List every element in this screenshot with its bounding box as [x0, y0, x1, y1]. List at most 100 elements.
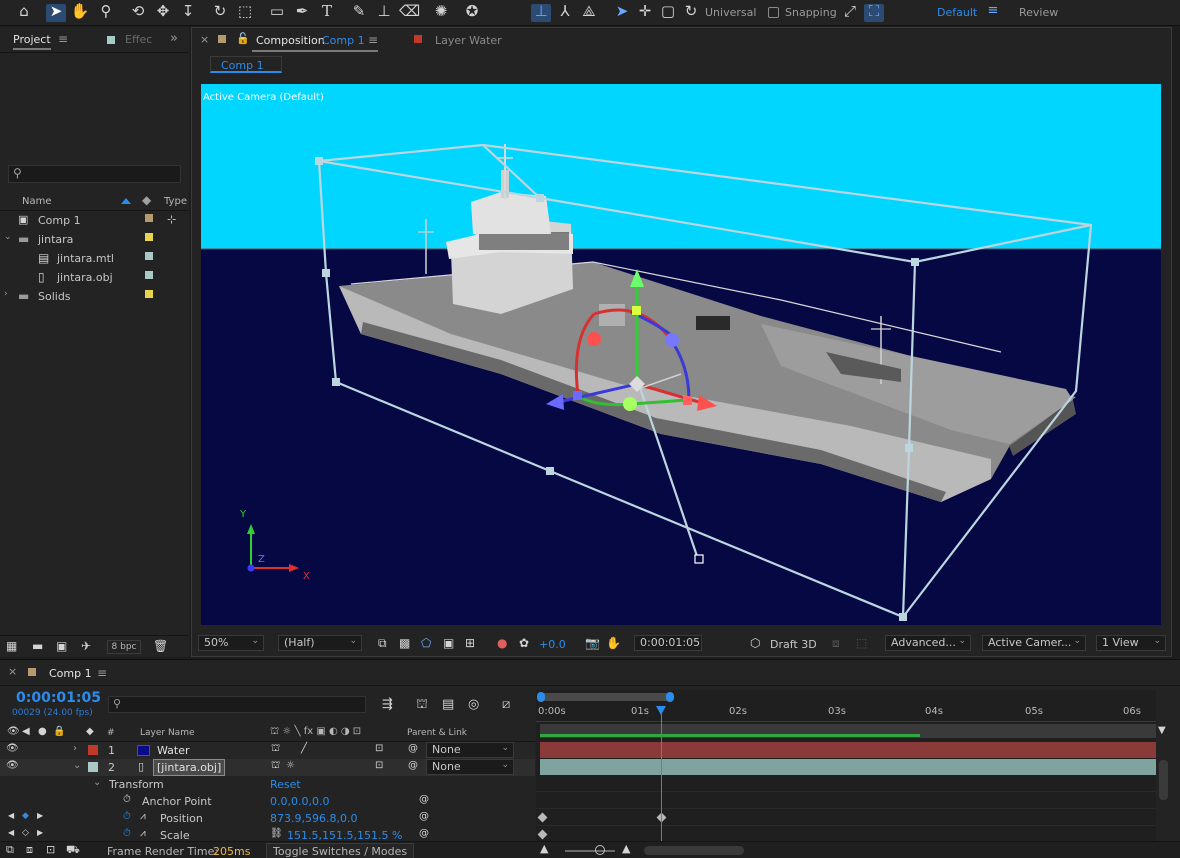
snap-target-icon[interactable]: ⛶ — [864, 4, 884, 22]
workspace-review[interactable]: Review — [1019, 6, 1058, 19]
time-zoom-slider[interactable] — [565, 850, 615, 852]
3d-ground-plane-icon[interactable]: ⧈ — [832, 637, 840, 649]
graph-editor-icon[interactable]: ⧄ — [502, 698, 510, 711]
timeline-vscroll[interactable] — [1159, 760, 1168, 800]
pan-tool-icon[interactable]: ✥ — [153, 4, 173, 22]
property-value[interactable]: 873.9,596.8,0.0 — [270, 812, 357, 825]
extended-viewer-icon[interactable]: ⬚ — [856, 637, 867, 649]
layer-switches-toggle-icon[interactable]: ⧉ — [6, 844, 14, 855]
exposure-reset-icon[interactable]: ✿ — [519, 637, 529, 649]
graph-icon[interactable]: ⩘ — [140, 812, 146, 822]
expression-icon[interactable]: @ — [419, 812, 429, 822]
snapshot-icon[interactable]: 📷 — [585, 637, 600, 649]
layer-bar-jintara[interactable] — [540, 759, 1156, 775]
tab-effects[interactable]: Effec — [125, 33, 152, 46]
keyframe-icon[interactable] — [537, 812, 548, 823]
work-area-bar[interactable] — [537, 692, 674, 702]
home-icon[interactable]: ⌂ — [14, 4, 34, 22]
brush-tool-icon[interactable]: ✎ — [349, 4, 369, 22]
add-keyframe-icon[interactable]: ◆ — [22, 812, 29, 821]
layer-label-color[interactable] — [88, 762, 98, 772]
orbit-tool-icon[interactable]: ⟲ — [128, 4, 148, 22]
add-keyframe-icon[interactable]: ◇ — [22, 829, 29, 838]
new-comp-icon[interactable]: ▣ — [56, 640, 67, 652]
exposure-value[interactable]: +0.0 — [539, 638, 566, 651]
project-search-input[interactable]: ⚲ — [8, 165, 181, 183]
project-item-obj[interactable]: ▯ jintara.obj — [0, 268, 189, 287]
puppet-tool-icon[interactable]: ✪ — [462, 4, 482, 22]
shy-switch-icon[interactable]: ⛫ — [271, 761, 280, 771]
eye-icon[interactable]: 👁 — [6, 761, 19, 771]
prev-keyframe-icon[interactable]: ◀ — [8, 812, 14, 820]
snapping-checkbox[interactable] — [768, 7, 779, 18]
parent-pickwhip-icon[interactable]: @ — [408, 761, 418, 771]
roto-brush-icon[interactable]: ✺ — [431, 4, 451, 22]
resolution-dropdown[interactable]: (Half) ⌄ — [278, 635, 362, 651]
comp-mini-flowchart-icon[interactable]: ⇶ — [382, 698, 393, 711]
draft-3d-label[interactable]: Draft 3D — [770, 638, 817, 651]
parent-column[interactable]: Parent & Link — [407, 728, 467, 738]
col-type-label[interactable]: Type — [164, 196, 187, 207]
playhead[interactable] — [656, 706, 666, 841]
fast-previews-icon[interactable]: ⧉ — [378, 637, 387, 649]
layer-name[interactable]: Water — [157, 744, 190, 757]
col-name-label[interactable]: Name — [22, 196, 52, 207]
zoom-tool-icon[interactable]: ⚲ — [96, 4, 116, 22]
tab-composition-prefix[interactable]: Composition — [256, 34, 325, 47]
next-keyframe-icon[interactable]: ▶ — [37, 829, 43, 837]
close-tab-icon[interactable]: × — [8, 666, 17, 677]
timecode-field[interactable]: 0:00:01:05 — [634, 635, 702, 651]
channel-icon[interactable]: ● — [497, 637, 507, 649]
workspace-menu-icon[interactable]: ≡ — [983, 4, 1003, 22]
playhead-handle[interactable] — [656, 706, 666, 715]
selection-tool-icon[interactable]: ➤ — [46, 4, 66, 22]
scene-canvas[interactable] — [201, 84, 1161, 625]
trash-icon[interactable]: 🗑 — [153, 640, 168, 652]
layer-name-column[interactable]: Layer Name — [140, 728, 195, 738]
world-axis-icon[interactable]: ⅄ — [555, 4, 575, 22]
type-tool-icon[interactable]: T — [317, 4, 337, 22]
stopwatch-icon[interactable]: ⏱ — [123, 812, 131, 822]
local-axis-icon[interactable]: ⊥ — [531, 4, 551, 22]
tab-project[interactable]: Project — [13, 33, 51, 50]
chevron-right-icon[interactable]: › — [73, 744, 77, 754]
view-axis-icon[interactable]: ⟁ — [579, 4, 599, 22]
property-row-scale[interactable]: ◀ ◇ ▶ ⏱ ⩘ Scale ⛓ 151.5,151.5,151.5 % @ — [0, 827, 535, 842]
transfer-controls-icon[interactable]: ⧈ — [26, 844, 33, 855]
rotate-tool-icon[interactable]: ↻ — [210, 4, 230, 22]
comp-viewer[interactable]: Active Camera (Default) Y Z X — [201, 84, 1161, 625]
timeline-hscroll[interactable] — [644, 846, 744, 855]
clone-stamp-icon[interactable]: ⊥ — [374, 4, 394, 22]
property-value[interactable]: 151.5,151.5,151.5 % — [287, 829, 402, 841]
grid-guides-icon[interactable]: ⊞ — [465, 637, 475, 649]
work-area-end[interactable] — [666, 692, 674, 702]
project-item-folder[interactable]: ⌄ ▬ jintara — [0, 230, 189, 249]
layer-name[interactable]: [jintara.obj] — [153, 759, 226, 776]
collapse-switch-icon[interactable]: ☼ — [286, 761, 295, 771]
work-area-start[interactable] — [537, 692, 545, 702]
panel-menu-icon[interactable]: ≡ — [97, 667, 107, 679]
region-of-interest-icon[interactable]: ▣ — [443, 637, 454, 649]
universal-scale-icon[interactable]: ▢ — [658, 4, 678, 22]
pen-tool-icon[interactable]: ✒ — [292, 4, 312, 22]
new-folder-icon[interactable]: ▬ — [32, 640, 43, 652]
render-time-icon[interactable]: ⛟ — [66, 844, 80, 855]
eye-icon[interactable]: 👁 — [6, 744, 19, 754]
workspace-default[interactable]: Default — [937, 6, 977, 19]
camera-dropdown[interactable]: Active Camer... ⌄ — [982, 635, 1086, 651]
close-tab-icon[interactable]: × — [200, 34, 209, 45]
chevron-down-icon[interactable]: ⌄ — [93, 778, 101, 788]
3d-layer-switch-icon[interactable]: ⊡ — [375, 761, 383, 771]
comp-subtab[interactable]: Comp 1 — [210, 56, 282, 73]
panel-menu-icon[interactable]: ≡ — [58, 33, 68, 45]
chevron-right-icon[interactable]: › — [4, 290, 8, 299]
eraser-tool-icon[interactable]: ⌫ — [399, 4, 420, 22]
expression-icon[interactable]: @ — [419, 829, 429, 839]
timeline-timecode[interactable]: 0:00:01:05 — [16, 690, 101, 706]
quality-switch-icon[interactable]: ╱ — [301, 744, 307, 754]
layer-bar-water[interactable] — [540, 742, 1156, 758]
dolly-tool-icon[interactable]: ↧ — [178, 4, 198, 22]
parent-pickwhip-icon[interactable]: @ — [408, 744, 418, 754]
zoom-dropdown[interactable]: 50% ⌄ — [198, 635, 264, 651]
time-ruler[interactable]: 0:00s 01s 02s 03s 04s 05s 06s — [536, 704, 1156, 722]
